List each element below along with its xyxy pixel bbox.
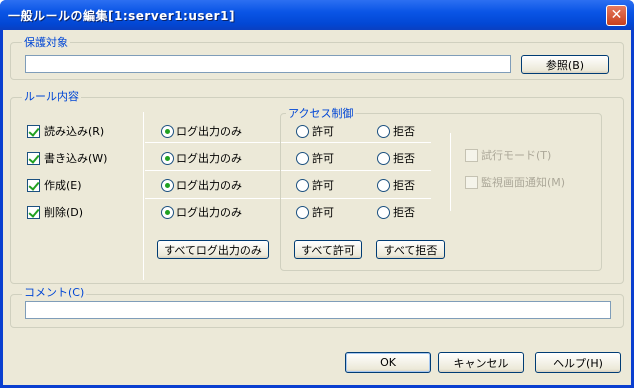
column-separator [143,112,144,280]
ok-button-label: OK [380,356,396,369]
close-icon: ✕ [610,7,623,23]
read-allow-label: 許可 [312,125,334,138]
browse-button[interactable]: 参照(B) [521,55,609,74]
create-log-only-label: ログ出力のみ [176,179,242,192]
read-label: 読み込み(R) [44,125,105,138]
help-button-label: ヘルプ(H) [553,356,603,370]
create-allow-radio[interactable] [296,179,309,192]
cancel-button[interactable]: キャンセル [438,352,524,373]
create-allow-label: 許可 [312,179,334,192]
monitor-notify-checkbox[interactable] [465,176,478,189]
write-checkbox[interactable] [27,152,40,165]
read-log-only-radio[interactable] [161,125,174,138]
delete-checkbox[interactable] [27,206,40,219]
all-allow-button[interactable]: すべて許可 [294,240,362,259]
comment-input[interactable] [25,301,611,319]
rule-content-label: ルール内容 [22,90,81,103]
title-bar[interactable]: 一般ルールの編集[1:server1:user1] ✕ [0,0,634,30]
delete-deny-radio[interactable] [377,206,390,219]
protect-target-label: 保護対象 [22,36,70,49]
window-title: 一般ルールの編集[1:server1:user1] [8,9,235,23]
protect-target-input[interactable] [25,55,511,73]
access-control-label: アクセス制御 [286,107,356,120]
monitor-notify-label: 監視画面通知(M) [481,176,566,189]
read-checkbox[interactable] [27,125,40,138]
all-deny-button[interactable]: すべて拒否 [376,240,445,259]
create-checkbox[interactable] [27,179,40,192]
all-deny-button-label: すべて拒否 [383,243,438,257]
all-allow-button-label: すべて許可 [301,243,355,257]
help-button[interactable]: ヘルプ(H) [535,352,621,373]
delete-allow-radio[interactable] [296,206,309,219]
browse-button-label: 参照(B) [545,58,585,72]
delete-deny-label: 拒否 [393,206,415,219]
ok-button[interactable]: OK [345,352,431,373]
dialog-window: 一般ルールの編集[1:server1:user1] ✕ 保護対象 参照(B) ル… [0,0,634,388]
create-log-only-radio[interactable] [161,179,174,192]
create-deny-radio[interactable] [377,179,390,192]
create-deny-label: 拒否 [393,179,415,192]
delete-log-only-radio[interactable] [161,206,174,219]
trial-mode-label: 試行モード(T) [481,149,552,162]
options-separator [450,133,451,211]
read-deny-label: 拒否 [393,125,415,138]
delete-log-only-label: ログ出力のみ [176,206,242,219]
cancel-button-label: キャンセル [453,356,509,370]
read-allow-radio[interactable] [296,125,309,138]
dialog-client-area: 保護対象 参照(B) ルール内容 アクセス制御 読み込み(R) ログ出力のみ 許… [3,30,631,385]
trial-mode-checkbox[interactable] [465,149,478,162]
create-label: 作成(E) [44,179,82,192]
write-allow-label: 許可 [312,152,334,165]
write-log-only-label: ログ出力のみ [176,152,242,165]
write-deny-radio[interactable] [377,152,390,165]
write-allow-radio[interactable] [296,152,309,165]
delete-label: 削除(D) [44,206,84,219]
close-button[interactable]: ✕ [606,5,627,26]
read-deny-radio[interactable] [377,125,390,138]
write-deny-label: 拒否 [393,152,415,165]
all-log-only-button-label: すべてログ出力のみ [164,243,262,257]
read-log-only-label: ログ出力のみ [176,125,242,138]
comment-label: コメント(C) [22,286,87,299]
write-label: 書き込み(W) [44,152,108,165]
all-log-only-button[interactable]: すべてログ出力のみ [157,240,269,259]
write-log-only-radio[interactable] [161,152,174,165]
delete-allow-label: 許可 [312,206,334,219]
